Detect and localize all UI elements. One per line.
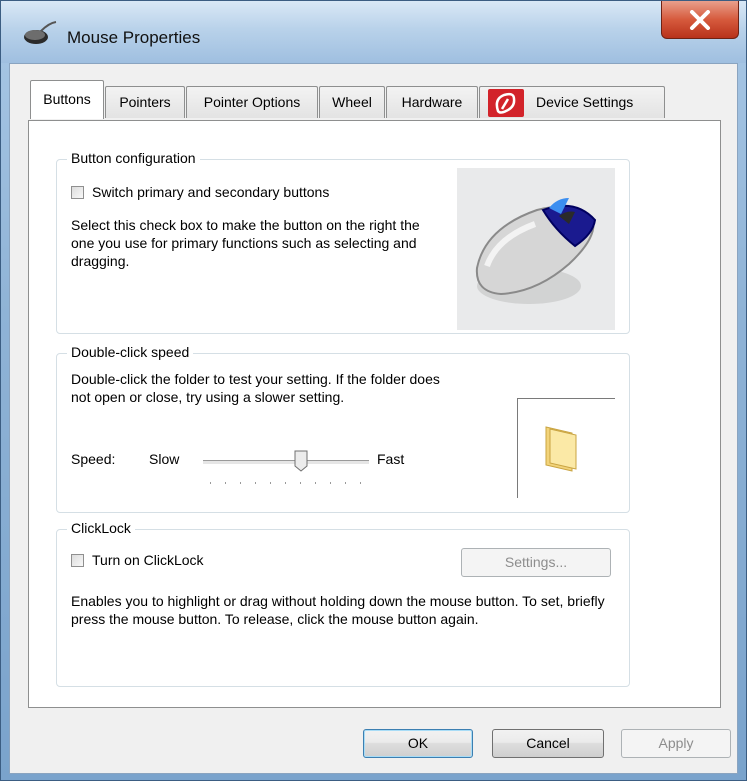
- slider-tick: [225, 482, 226, 484]
- checkbox-box[interactable]: [71, 553, 84, 567]
- fast-label: Fast: [377, 451, 405, 467]
- dialog-client-area: Buttons Pointers Pointer Options Wheel H…: [9, 63, 738, 774]
- slider-tick: [300, 482, 301, 484]
- window-title: Mouse Properties: [67, 28, 201, 47]
- title-bar[interactable]: Mouse Properties: [1, 1, 746, 63]
- group-label: Button configuration: [67, 150, 200, 166]
- checkbox-label: Switch primary and secondary buttons: [92, 184, 330, 200]
- slider-tick: [255, 482, 256, 484]
- button-configuration-group: Button configuration Switch primary and …: [56, 150, 630, 334]
- slider-tick: [240, 482, 241, 484]
- slider-tick: [210, 482, 211, 484]
- tab-label: Pointers: [119, 94, 171, 110]
- button-config-description: Select this check box to make the button…: [71, 217, 420, 269]
- slider-tick: [330, 482, 331, 484]
- clicklock-settings-button[interactable]: Settings...: [461, 548, 611, 577]
- tab-wheel[interactable]: Wheel: [319, 86, 385, 118]
- slider-ticks: [210, 482, 361, 484]
- slider-tick: [285, 482, 286, 484]
- slider-tick: [315, 482, 316, 484]
- slider-tick: [345, 482, 346, 484]
- slider-tick: [270, 482, 271, 484]
- tab-label: Hardware: [401, 94, 463, 110]
- close-icon: [690, 10, 710, 30]
- folder-icon: [545, 426, 577, 472]
- tab-panel-buttons: Button configuration Switch primary and …: [28, 120, 721, 708]
- mouse-properties-window: Mouse Properties Buttons Pointers Pointe…: [0, 0, 747, 781]
- slider-tick: [360, 482, 361, 484]
- mouse-icon: [23, 19, 57, 45]
- mouse-illustration: [457, 168, 615, 330]
- tab-label: Device Settings: [536, 94, 634, 110]
- ok-button[interactable]: OK: [363, 729, 473, 758]
- double-click-speed-group: Double-click speed Double-click the fold…: [56, 344, 630, 513]
- clicklock-checkbox[interactable]: Turn on ClickLock: [71, 552, 204, 568]
- group-label: ClickLock: [67, 520, 135, 536]
- tab-label: Wheel: [332, 94, 372, 110]
- speed-label: Speed:: [71, 451, 116, 467]
- tab-pointer-options[interactable]: Pointer Options: [186, 86, 318, 118]
- apply-button[interactable]: Apply: [621, 729, 731, 758]
- cancel-button[interactable]: Cancel: [492, 729, 604, 758]
- test-area[interactable]: [517, 398, 615, 498]
- slow-label: Slow: [149, 451, 180, 467]
- tab-buttons[interactable]: Buttons: [30, 80, 104, 119]
- slider-track: [203, 460, 369, 465]
- tab-label: Pointer Options: [203, 94, 301, 110]
- synaptics-icon: [488, 89, 524, 117]
- clicklock-group: ClickLock Turn on ClickLock Settings... …: [56, 520, 630, 687]
- close-button[interactable]: [661, 1, 739, 39]
- slider-thumb[interactable]: [294, 450, 308, 472]
- tab-label: Buttons: [43, 91, 91, 107]
- checkbox-box[interactable]: [71, 185, 84, 199]
- double-click-description: Double-click the folder to test your set…: [71, 371, 440, 405]
- tab-device-settings[interactable]: Device Settings: [479, 86, 665, 118]
- switch-buttons-checkbox[interactable]: Switch primary and secondary buttons: [71, 184, 329, 200]
- clicklock-description: Enables you to highlight or drag without…: [71, 593, 605, 627]
- checkbox-label: Turn on ClickLock: [92, 552, 204, 568]
- tab-pointers[interactable]: Pointers: [105, 86, 185, 118]
- double-click-speed-slider[interactable]: [203, 450, 369, 490]
- group-label: Double-click speed: [67, 344, 194, 360]
- tab-hardware[interactable]: Hardware: [386, 86, 478, 118]
